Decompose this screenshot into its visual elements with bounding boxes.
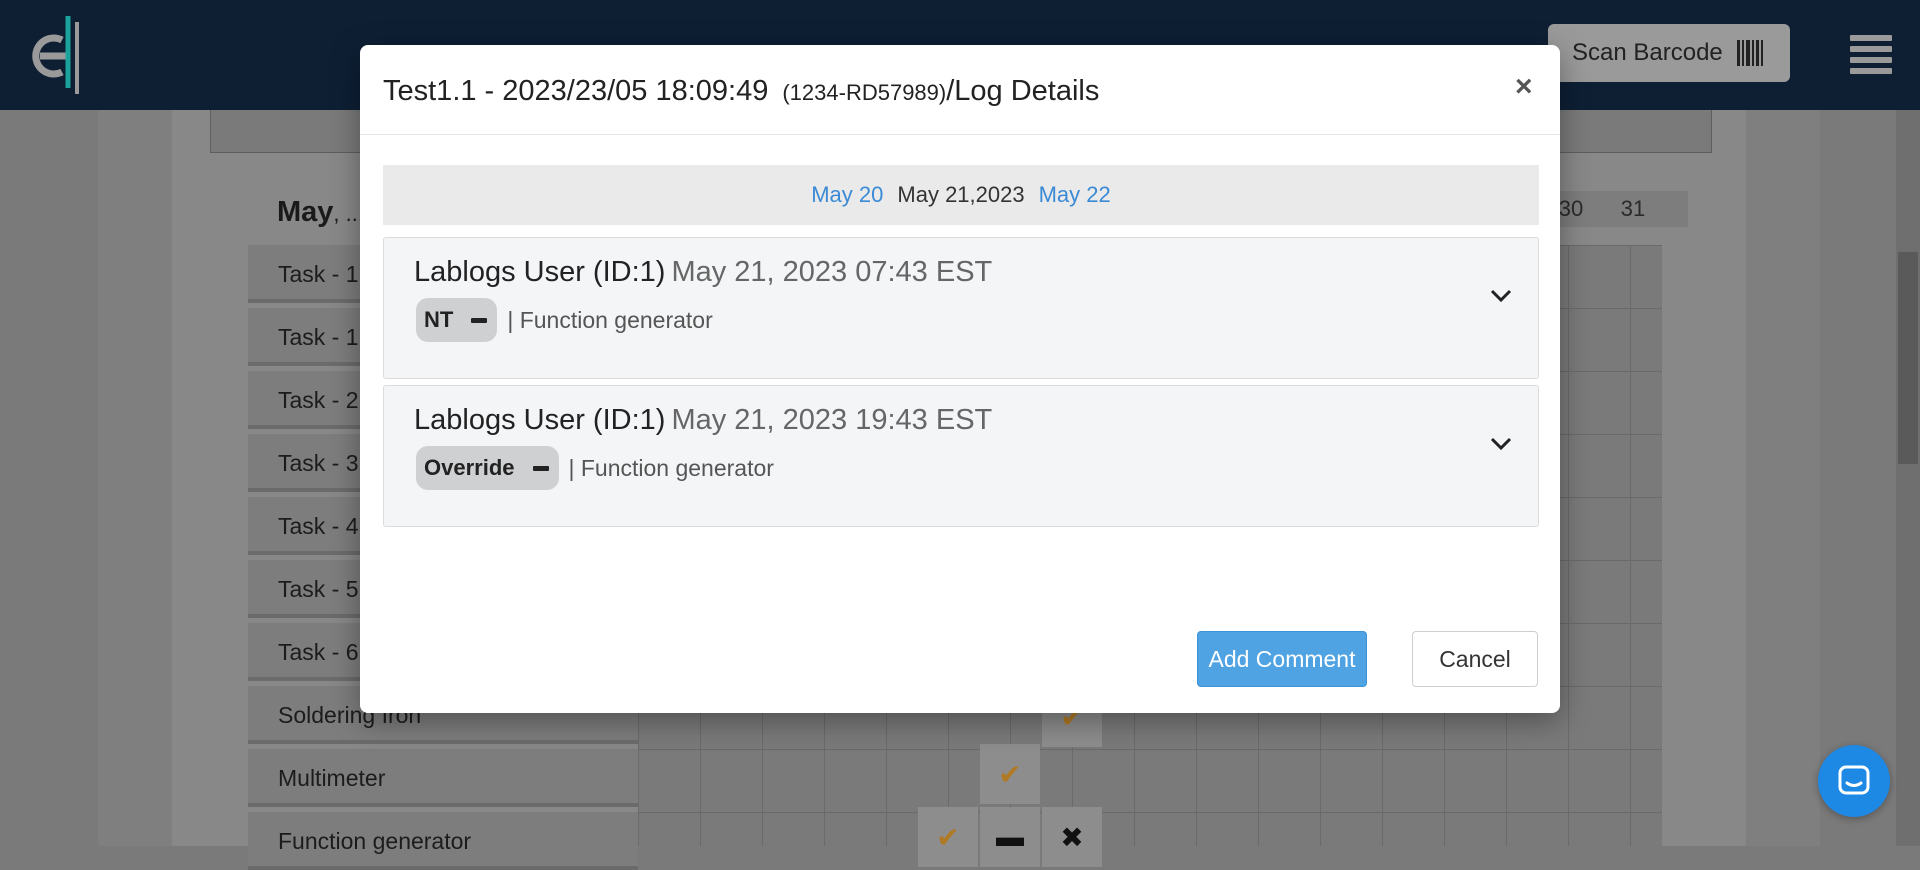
scrollbar-track[interactable]	[1896, 110, 1920, 846]
dash-icon[interactable]: ▬	[980, 807, 1040, 867]
chevron-down-icon[interactable]	[1489, 288, 1513, 304]
chevron-down-icon[interactable]	[1489, 436, 1513, 452]
cancel-button[interactable]: Cancel	[1412, 631, 1538, 687]
prev-day-link[interactable]: May 20	[811, 182, 883, 208]
scrollbar-thumb[interactable]	[1898, 252, 1918, 464]
status-badge: Override	[416, 446, 559, 490]
log-details-line: NT | Function generator	[416, 298, 713, 342]
row-label[interactable]: Function generator	[248, 812, 638, 870]
scan-barcode-button[interactable]: Scan Barcode	[1548, 24, 1790, 82]
log-entry[interactable]: Lablogs User (ID:1) May 21, 2023 07:43 ES…	[383, 237, 1539, 379]
log-entry-header: Lablogs User (ID:1) May 21, 2023 07:43 ES…	[414, 256, 992, 289]
check-icon[interactable]: ✔	[918, 807, 978, 867]
day-number: 31	[1620, 196, 1646, 221]
app-logo[interactable]	[16, 10, 86, 100]
dash-icon	[532, 465, 549, 471]
modal-header: Test1.1 - 2023/23/05 18:09:49 (1234-RD579…	[360, 45, 1560, 135]
add-comment-button[interactable]: Add Comment	[1197, 631, 1367, 687]
cross-icon[interactable]: ✖	[1042, 807, 1102, 867]
date-navigator: May 20 May 21,2023 May 22	[383, 165, 1539, 225]
modal-title: Test1.1 - 2023/23/05 18:09:49 (1234-RD579…	[383, 75, 1099, 108]
log-user: Lablogs User (ID:1)	[414, 404, 666, 436]
barcode-icon	[1736, 40, 1763, 66]
dash-icon	[471, 317, 488, 323]
calendar-day-numbers: 30 31	[1540, 191, 1688, 227]
log-entry[interactable]: Lablogs User (ID:1) May 21, 2023 19:43 ES…	[383, 385, 1539, 527]
modal-title-suffix: /Log Details	[946, 75, 1100, 107]
menu-icon[interactable]	[1850, 35, 1892, 75]
log-equipment: | Function generator	[507, 306, 713, 333]
check-icon[interactable]: ✔	[980, 744, 1040, 804]
log-time: May 21, 2023 19:43 EST	[671, 404, 993, 436]
scan-barcode-label: Scan Barcode	[1572, 39, 1723, 66]
log-details-modal: Test1.1 - 2023/23/05 18:09:49 (1234-RD579…	[360, 45, 1560, 713]
status-badge: NT	[416, 298, 498, 342]
next-day-link[interactable]: May 22	[1039, 182, 1111, 208]
chat-button[interactable]	[1818, 745, 1890, 817]
modal-title-main: Test1.1 - 2023/23/05 18:09:49	[383, 75, 769, 107]
chat-icon	[1838, 765, 1870, 795]
calendar-month-label: May, ...	[277, 196, 364, 228]
log-user: Lablogs User (ID:1)	[414, 256, 666, 288]
log-time: May 21, 2023 07:43 EST	[671, 256, 993, 288]
log-equipment: | Function generator	[568, 454, 774, 481]
modal-title-code: (1234-RD57989)	[782, 80, 947, 105]
current-date: May 21,2023	[897, 182, 1025, 207]
log-entry-header: Lablogs User (ID:1) May 21, 2023 19:43 ES…	[414, 404, 992, 437]
log-details-line: Override | Function generator	[416, 446, 774, 490]
row-label[interactable]: Multimeter	[248, 749, 638, 807]
close-icon[interactable]: ×	[1515, 70, 1533, 104]
